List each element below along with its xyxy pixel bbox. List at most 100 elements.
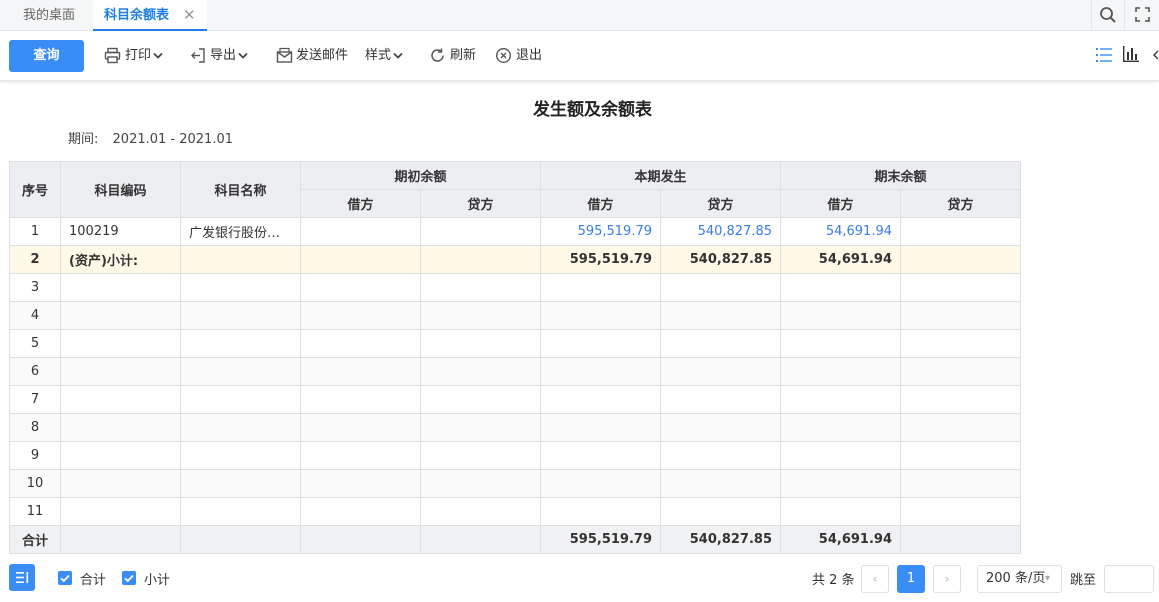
header-opening-debit[interactable]: 借方 [300,189,421,218]
opening-credit [420,217,541,246]
cell [300,469,421,498]
cell [900,469,1021,498]
subtotal-row[interactable]: 2 (资产)小计: 595,519.79 540,827.85 54,691.9… [9,245,1021,274]
current-credit-link[interactable]: 540,827.85 [660,217,781,246]
next-page-button[interactable]: › [933,565,961,593]
cell [540,273,661,302]
subject-name [180,245,301,274]
close-circle-icon [495,47,512,64]
bar-chart-icon[interactable] [1122,45,1140,63]
total-checkbox-label[interactable]: 合计 [80,569,106,588]
tab-home[interactable]: 我的桌面 [23,0,75,31]
column-settings-button[interactable] [9,564,35,591]
prev-page-button[interactable]: ‹ [861,565,889,593]
exit-button[interactable]: 退出 [495,45,545,67]
subject-code: (资产)小计: [60,245,181,274]
toolbar: 查询 打印 导出 发送邮件 样式 刷新 退出 [0,31,1159,81]
subject-code: 100219 [60,217,181,246]
subtotal-checkbox-label[interactable]: 小计 [144,569,170,588]
cell [660,301,781,330]
chevron-left-icon[interactable] [1150,45,1159,65]
row-index: 9 [9,441,61,470]
row-index: 11 [9,497,61,526]
header-current-debit[interactable]: 借方 [540,189,661,218]
check-icon [60,574,70,583]
table-row[interactable]: 10 [9,469,1021,498]
total-checkbox[interactable] [58,571,72,585]
cell [660,497,781,526]
cell [300,385,421,414]
style-label: 样式 [365,48,392,63]
closing-debit-link[interactable]: 54,691.94 [780,217,901,246]
chevron-down-icon: ▾ [1045,573,1051,584]
list-view-icon[interactable] [1095,46,1113,64]
print-button[interactable]: 打印 [104,45,164,67]
cell [780,329,901,358]
row-index: 3 [9,273,61,302]
table-row[interactable]: 7 [9,385,1021,414]
page-size-select[interactable]: 200 条/页 ▾ [977,565,1062,593]
header-index[interactable]: 序号 [9,161,61,218]
opening-credit [420,245,541,274]
table-row[interactable]: 3 [9,273,1021,302]
export-button[interactable]: 导出 [190,45,250,67]
cell [660,357,781,386]
period-value: 2021.01 - 2021.01 [112,132,234,147]
total-closing-debit: 54,691.94 [780,525,901,554]
cell [180,329,301,358]
header-current-credit[interactable]: 贷方 [660,189,781,218]
cell [780,413,901,442]
cell [60,497,181,526]
column-settings-icon [16,572,29,583]
close-icon[interactable]: ✕ [183,0,196,31]
cell [540,357,661,386]
current-credit: 540,827.85 [660,245,781,274]
jump-page-input[interactable] [1104,565,1154,593]
subtotal-checkbox[interactable] [122,571,136,585]
header-name[interactable]: 科目名称 [180,161,301,218]
refresh-button[interactable]: 刷新 [429,45,479,67]
cell [300,357,421,386]
table-row[interactable]: 9 [9,441,1021,470]
cell [420,301,541,330]
opening-debit [300,245,421,274]
table-row[interactable]: 5 [9,329,1021,358]
style-button[interactable]: 样式 [365,45,405,67]
total-count: 共 2 条 [812,573,855,588]
cell [60,329,181,358]
table-row[interactable]: 1 100219 广发银行股份… 595,519.79 540,827.85 5… [9,217,1021,246]
cell [300,497,421,526]
header-closing-debit[interactable]: 借方 [780,189,901,218]
table-row[interactable]: 8 [9,413,1021,442]
header-closing-credit[interactable]: 贷方 [900,189,1021,218]
table-row[interactable]: 11 [9,497,1021,526]
header-opening-credit[interactable]: 贷方 [420,189,541,218]
cell [180,385,301,414]
tab-subject-balance[interactable]: 科目余额表 ✕ [93,0,207,31]
cell [60,357,181,386]
export-icon [191,48,205,63]
cell [420,273,541,302]
cell [180,497,301,526]
fullscreen-icon[interactable] [1135,7,1150,22]
cell [780,301,901,330]
subject-name: 广发银行股份… [180,217,301,246]
report-title: 发生额及余额表 [533,100,652,120]
table-row[interactable]: 4 [9,301,1021,330]
cell [60,441,181,470]
header-code[interactable]: 科目编码 [60,161,181,218]
search-icon[interactable] [1099,6,1117,24]
chevron-down-icon [393,52,403,59]
page-1-button[interactable]: 1 [897,565,925,593]
cell [420,329,541,358]
cell [780,357,901,386]
cell [420,413,541,442]
current-debit-link[interactable]: 595,519.79 [540,217,661,246]
send-mail-button[interactable]: 发送邮件 [276,45,348,67]
table-row[interactable]: 6 [9,357,1021,386]
query-button[interactable]: 查询 [9,40,84,72]
cell [900,357,1021,386]
closing-credit [900,217,1021,246]
cell [60,301,181,330]
opening-debit [300,217,421,246]
